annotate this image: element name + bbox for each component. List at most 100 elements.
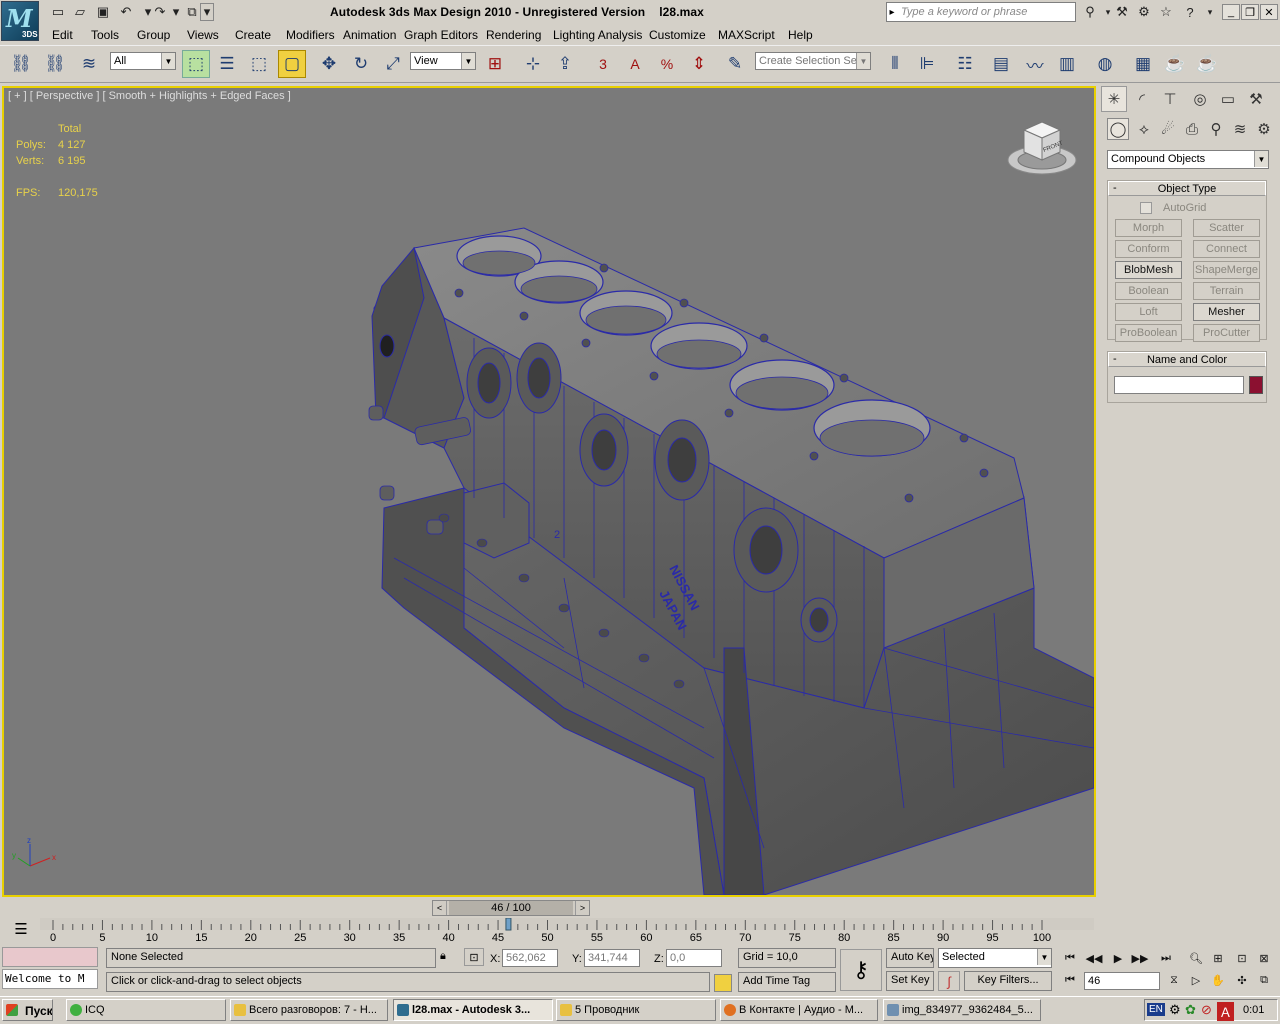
window-crossing-icon[interactable]: ▢ xyxy=(278,50,306,78)
material-editor-icon[interactable]: ◍ xyxy=(1092,50,1118,78)
menu-group[interactable]: Group xyxy=(137,28,170,42)
menu-rendering[interactable]: Rendering xyxy=(486,28,541,42)
language-indicator[interactable]: EN xyxy=(1147,1003,1165,1016)
object-name-input[interactable] xyxy=(1114,376,1244,394)
unlink-selection-icon[interactable]: ⛓ xyxy=(42,50,68,78)
display-tab-icon[interactable]: ▭ xyxy=(1215,86,1241,112)
bind-to-space-warp-icon[interactable]: ≋ xyxy=(76,50,102,78)
loft-button[interactable]: Loft xyxy=(1115,303,1182,321)
search-expand-icon[interactable]: ▸ xyxy=(886,4,898,20)
curve-editor-icon[interactable]: 〰 xyxy=(1022,50,1048,78)
morph-button[interactable]: Morph xyxy=(1115,219,1182,237)
select-and-manipulate-icon[interactable]: ⊹ xyxy=(520,50,546,78)
rendered-frame-window-icon[interactable]: ☕ xyxy=(1162,50,1188,78)
play-icon[interactable]: ▶ xyxy=(1108,949,1128,967)
zoom-icon[interactable]: 🔍︎ xyxy=(1186,949,1206,967)
proboolean-button[interactable]: ProBoolean xyxy=(1115,324,1182,342)
network-icon[interactable]: ⚙ xyxy=(1169,1002,1181,1018)
taskbar-item-vkontakte[interactable]: В Контакте | Аудио - М... xyxy=(720,999,878,1021)
scatter-button[interactable]: Scatter xyxy=(1193,219,1260,237)
shapemerge-button[interactable]: ShapeMerge xyxy=(1193,261,1260,279)
save-file-icon[interactable]: ▣ xyxy=(93,3,113,21)
cameras-category-icon[interactable]: ⎙ xyxy=(1181,118,1203,140)
key-filters-button[interactable]: Key Filters... xyxy=(964,971,1052,991)
time-configuration-icon[interactable]: ⧖ xyxy=(1164,971,1184,989)
schematic-view-icon[interactable]: ▥ xyxy=(1054,50,1080,78)
object-type-header[interactable]: - Object Type xyxy=(1108,181,1266,196)
utilities-tab-icon[interactable]: ⚒ xyxy=(1243,86,1269,112)
menu-edit[interactable]: Edit xyxy=(52,28,73,42)
named-selection-set-dropdown[interactable]: Create Selection Se ▼ xyxy=(755,52,871,70)
menu-lighting-analysis[interactable]: Lighting Analysis xyxy=(553,28,642,42)
project-folder-icon[interactable]: ⧉ xyxy=(182,3,202,21)
lights-category-icon[interactable]: ☄ xyxy=(1157,118,1179,140)
render-setup-icon[interactable]: ▦ xyxy=(1130,50,1156,78)
y-coordinate-field[interactable]: 341,744 xyxy=(584,949,640,967)
conform-button[interactable]: Conform xyxy=(1115,240,1182,258)
subscription-icon[interactable]: ⚒ xyxy=(1112,3,1132,21)
pan-view-icon[interactable]: ✋ xyxy=(1208,971,1228,989)
absolute-mode-icon[interactable]: ⊡ xyxy=(464,948,484,966)
restore-icon[interactable]: ❐ xyxy=(1241,4,1259,20)
quick-access-dropdown-icon[interactable]: ▾ xyxy=(200,3,214,21)
add-time-tag-icon[interactable] xyxy=(714,974,732,992)
rectangular-selection-icon[interactable]: ⬚ xyxy=(246,50,272,78)
new-file-icon[interactable]: ▭ xyxy=(48,3,68,21)
menu-views[interactable]: Views xyxy=(187,28,219,42)
hierarchy-tab-icon[interactable]: ⊤ xyxy=(1157,86,1183,112)
set-key-button[interactable]: Set Key xyxy=(886,971,934,991)
next-frame-icon[interactable]: ▶▶ xyxy=(1130,949,1150,967)
blobmesh-button[interactable]: BlobMesh xyxy=(1115,261,1182,279)
menu-graph-editors[interactable]: Graph Editors xyxy=(404,28,478,42)
go-to-end-icon[interactable]: ⏭ xyxy=(1156,949,1176,967)
viewcube[interactable]: FRONT xyxy=(1004,118,1084,184)
keyboard-shortcut-override-icon[interactable]: ⇪ xyxy=(552,50,578,78)
close-icon[interactable]: ✕ xyxy=(1260,4,1278,20)
engine-block-model[interactable]: NISSAN JAPAN 2 xyxy=(4,88,1094,895)
app-logo-button[interactable]: M 3DS xyxy=(1,1,39,41)
graphite-ribbon-icon[interactable]: ▤ xyxy=(988,50,1014,78)
menu-create[interactable]: Create xyxy=(235,28,271,42)
use-pivot-center-icon[interactable]: ⊞ xyxy=(482,50,508,78)
zoom-extents-all-icon[interactable]: ⊠ xyxy=(1254,949,1274,967)
help-dropdown-icon[interactable]: ▾ xyxy=(1200,3,1220,21)
spacewarps-category-icon[interactable]: ≋ xyxy=(1229,118,1251,140)
default-tangent-icon[interactable]: ∫ xyxy=(938,971,960,991)
help-icon[interactable]: ? xyxy=(1180,3,1200,21)
connect-button[interactable]: Connect xyxy=(1193,240,1260,258)
current-frame-field[interactable]: 46 xyxy=(1084,972,1160,990)
menu-customize[interactable]: Customize xyxy=(649,28,706,42)
orbit-icon[interactable]: ✣ xyxy=(1232,971,1252,989)
select-by-name-icon[interactable]: ☰ xyxy=(214,50,240,78)
zoom-extents-icon[interactable]: ⊡ xyxy=(1232,949,1252,967)
motion-tab-icon[interactable]: ◎ xyxy=(1187,86,1213,112)
angle-snap-icon[interactable]: A xyxy=(622,50,648,78)
create-tab-icon[interactable]: ✳ xyxy=(1101,86,1127,112)
menu-help[interactable]: Help xyxy=(788,28,813,42)
align-icon[interactable]: ⊫ xyxy=(914,50,940,78)
minimize-icon[interactable]: _ xyxy=(1222,4,1240,20)
track-bar[interactable]: 0 5 10 15 20 25 30 35 40 45 50 55 60 65 70 75 80 85 90 95 10… xyxy=(40,917,1094,944)
layer-manager-icon[interactable]: ☷ xyxy=(952,50,978,78)
reference-coordinate-dropdown[interactable]: View ▼ xyxy=(410,52,476,70)
auto-key-button[interactable]: Auto Key xyxy=(886,948,934,968)
select-and-scale-icon[interactable]: ⤢ xyxy=(380,50,406,78)
field-of-view-icon[interactable]: ▷ xyxy=(1186,971,1206,989)
taskbar-item-image[interactable]: img_834977_9362484_5... xyxy=(883,999,1041,1021)
set-key-icon[interactable]: ⚷ xyxy=(840,949,882,991)
select-and-rotate-icon[interactable]: ↻ xyxy=(348,50,374,78)
taskbar-item-conversations[interactable]: Всего разговоров: 7 - Н... xyxy=(230,999,388,1021)
binoculars-icon[interactable]: ⚲ xyxy=(1080,3,1100,21)
taskbar-item-explorer[interactable]: 5 Проводник xyxy=(556,999,716,1021)
menu-maxscript[interactable]: MAXScript xyxy=(718,28,775,42)
geometry-category-icon[interactable]: ◯ xyxy=(1107,118,1129,140)
menu-modifiers[interactable]: Modifiers xyxy=(286,28,335,42)
key-mode-dropdown[interactable]: Selected ▼ xyxy=(938,948,1052,968)
current-frame-marker[interactable] xyxy=(505,917,512,931)
maxscript-mini-input[interactable]: Welcome to M xyxy=(2,969,98,989)
selection-filter-dropdown[interactable]: All ▼ xyxy=(110,52,176,70)
time-slider[interactable]: < 46 / 100 > xyxy=(432,900,590,916)
open-file-icon[interactable]: ▱ xyxy=(70,3,90,21)
snaps-toggle-icon[interactable]: 3 xyxy=(590,50,616,78)
perspective-viewport[interactable]: [ + ] [ Perspective ] [ Smooth + Highlig… xyxy=(2,86,1096,897)
